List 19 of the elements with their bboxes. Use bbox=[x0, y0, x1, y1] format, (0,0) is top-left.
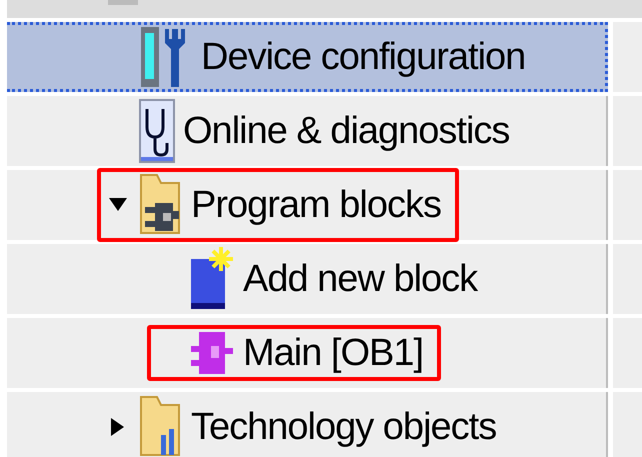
tree-item-label: Device configuration bbox=[201, 36, 526, 78]
tree-item-label: Program blocks bbox=[191, 184, 441, 226]
tree-item[interactable]: Add new block bbox=[7, 244, 608, 314]
collapsed-arrow-icon[interactable] bbox=[111, 418, 125, 436]
new-block-icon bbox=[189, 247, 235, 311]
tree-item-label: Add new block bbox=[243, 258, 478, 300]
folder-block-icon bbox=[139, 173, 183, 237]
stethoscope-icon bbox=[139, 99, 175, 163]
tree-item[interactable]: Online & diagnostics bbox=[7, 96, 608, 166]
tree-item[interactable]: Device configuration bbox=[7, 22, 608, 92]
expanded-arrow-icon[interactable] bbox=[109, 198, 127, 212]
block-icon bbox=[189, 330, 235, 376]
folder-chart-icon bbox=[139, 395, 183, 457]
tree-item-label: Main [OB1] bbox=[243, 332, 424, 374]
tree-item-label: Technology objects bbox=[191, 406, 496, 448]
tree-item-label: Online & diagnostics bbox=[183, 110, 510, 152]
tree-item[interactable]: Program blocks bbox=[7, 170, 608, 240]
tree-item[interactable]: Technology objects bbox=[7, 392, 608, 457]
tree-item[interactable]: Main [OB1] bbox=[7, 318, 608, 388]
